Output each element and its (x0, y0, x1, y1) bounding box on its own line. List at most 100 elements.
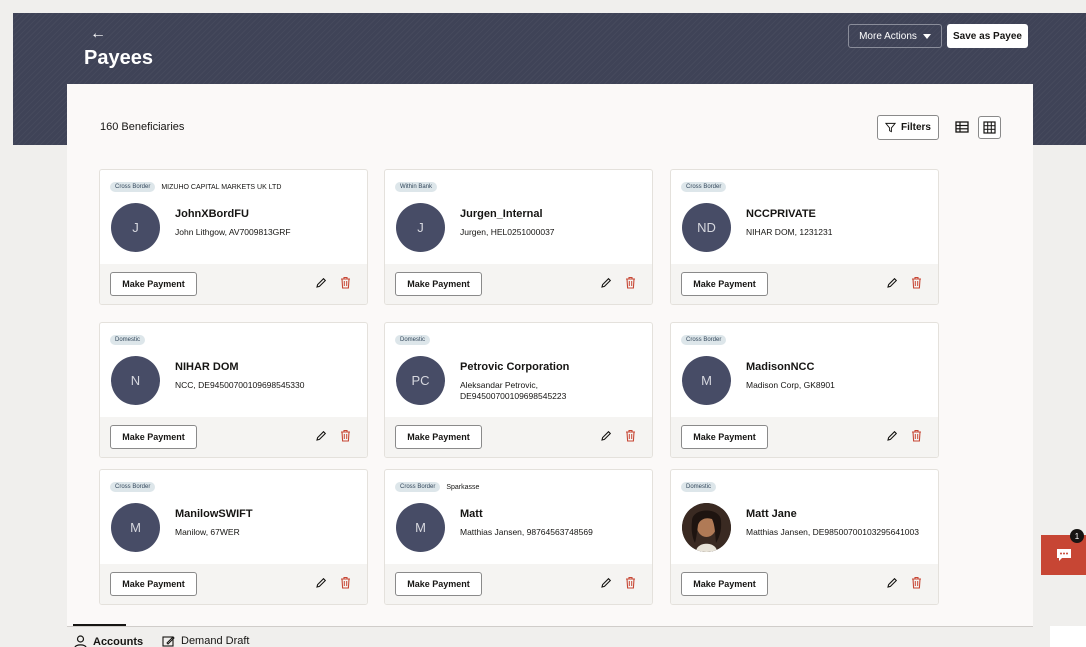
page-corner (1050, 626, 1086, 647)
make-payment-button[interactable]: Make Payment (395, 572, 482, 596)
chat-icon (1056, 549, 1071, 561)
caret-down-icon (922, 33, 931, 39)
avatar: J (396, 203, 445, 252)
delete-icon[interactable] (340, 276, 351, 289)
tab-demand-draft[interactable]: Demand Draft (162, 635, 249, 647)
tab-demand-draft-label: Demand Draft (181, 635, 250, 647)
payee-type-badge: Domestic (110, 335, 146, 345)
delete-icon[interactable] (625, 576, 636, 589)
more-actions-button[interactable]: More Actions (848, 24, 942, 48)
payee-bank-name: MIZUHO CAPITAL MARKETS UK LTD (161, 183, 282, 191)
avatar: PC (396, 356, 445, 405)
payee-tags: Cross Border (110, 482, 156, 492)
payee-name: MadisonNCC (746, 361, 815, 373)
payee-type-badge: Cross Border (681, 182, 727, 192)
card-footer: Make Payment (100, 264, 367, 304)
more-actions-label: More Actions (859, 30, 917, 42)
edit-icon[interactable] (315, 577, 327, 589)
payee-details: Manilow, 67WER (175, 527, 240, 537)
delete-icon[interactable] (911, 429, 922, 442)
delete-icon[interactable] (625, 429, 636, 442)
chat-notification-badge: 1 (1070, 529, 1084, 543)
edit-icon[interactable] (600, 277, 612, 289)
payee-card[interactable]: Within Bank J Jurgen_Internal Jurgen, HE… (384, 169, 653, 305)
make-payment-button[interactable]: Make Payment (395, 272, 482, 296)
payee-tags: Cross Border (681, 335, 727, 345)
payee-tags: Domestic (681, 482, 717, 492)
payee-type-badge: Cross Border (110, 482, 156, 492)
make-payment-button[interactable]: Make Payment (681, 272, 768, 296)
payee-name: ManilowSWIFT (175, 508, 253, 520)
card-footer: Make Payment (385, 564, 652, 604)
payee-name: Petrovic Corporation (460, 361, 570, 373)
make-payment-button[interactable]: Make Payment (110, 425, 197, 449)
edit-icon[interactable] (600, 577, 612, 589)
payee-tags: Domestic (110, 335, 146, 345)
delete-icon[interactable] (340, 429, 351, 442)
payee-name: Matt Jane (746, 508, 797, 520)
filter-icon (884, 122, 896, 133)
avatar: M (682, 356, 731, 405)
payee-details: Matthias Jansen, DE98500700103295641003 (746, 527, 919, 537)
payee-name: JohnXBordFU (175, 208, 249, 220)
avatar: J (111, 203, 160, 252)
payee-type-badge: Domestic (681, 482, 717, 492)
payee-type-badge: Domestic (395, 335, 431, 345)
card-footer: Make Payment (385, 264, 652, 304)
edit-icon[interactable] (315, 277, 327, 289)
avatar: ND (682, 203, 731, 252)
edit-icon[interactable] (886, 430, 898, 442)
avatar: M (111, 503, 160, 552)
payee-tags: Cross Border (681, 182, 727, 192)
edit-icon[interactable] (886, 577, 898, 589)
delete-icon[interactable] (625, 276, 636, 289)
make-payment-button[interactable]: Make Payment (681, 425, 768, 449)
payee-card[interactable]: Cross Border ND NCCPRIVATE NIHAR DOM, 12… (670, 169, 939, 305)
payee-tags: Cross Border MIZUHO CAPITAL MARKETS UK L… (110, 182, 281, 192)
payee-card[interactable]: Domestic PC Petrovic Corporation Aleksan… (384, 322, 653, 458)
payee-card[interactable]: Domestic N NIHAR DOM NCC, DE945007001096… (99, 322, 368, 458)
make-payment-button[interactable]: Make Payment (681, 572, 768, 596)
card-footer: Make Payment (385, 417, 652, 457)
filters-button[interactable]: Filters (877, 115, 939, 140)
grid-view-icon (983, 121, 996, 134)
card-view-button[interactable] (978, 116, 1001, 139)
delete-icon[interactable] (911, 576, 922, 589)
payee-bank-name: Sparkasse (446, 483, 480, 491)
avatar-photo (682, 503, 731, 552)
filters-label: Filters (900, 122, 931, 133)
payee-card[interactable]: Cross Border MIZUHO CAPITAL MARKETS UK L… (99, 169, 368, 305)
payee-details: Madison Corp, GK8901 (746, 380, 835, 390)
payee-tags: Cross Border Sparkasse (395, 482, 479, 492)
table-view-icon[interactable] (955, 120, 969, 134)
payee-tags: Domestic (395, 335, 431, 345)
payee-details: Jurgen, HEL0251000037 (460, 227, 555, 237)
payee-type-badge: Cross Border (395, 482, 441, 492)
edit-icon[interactable] (600, 430, 612, 442)
payee-details: NCC, DE94500700109698545330 (175, 380, 305, 390)
payee-type-badge: Cross Border (681, 335, 727, 345)
payee-name: Jurgen_Internal (460, 208, 543, 220)
payee-card[interactable]: Cross Border Sparkasse M Matt Matthias J… (384, 469, 653, 605)
edit-icon[interactable] (315, 430, 327, 442)
payee-card[interactable]: Cross Border M MadisonNCC Madison Corp, … (670, 322, 939, 458)
payee-name: NIHAR DOM (175, 361, 239, 373)
delete-icon[interactable] (340, 576, 351, 589)
save-as-payee-button[interactable]: Save as Payee (947, 24, 1028, 48)
avatar: N (111, 356, 160, 405)
payee-card[interactable]: Cross Border M ManilowSWIFT Manilow, 67W… (99, 469, 368, 605)
payee-type-badge: Cross Border (110, 182, 156, 192)
payee-details: Matthias Jansen, 98764563748569 (460, 527, 593, 537)
payee-details: John Lithgow, AV7009813GRF (175, 227, 291, 237)
make-payment-button[interactable]: Make Payment (110, 272, 197, 296)
edit-icon[interactable] (886, 277, 898, 289)
payee-card[interactable]: Domestic Matt Jane Matthias Jansen, DE98… (670, 469, 939, 605)
tab-accounts[interactable]: Accounts (74, 635, 143, 647)
back-arrow-icon[interactable]: ← (90, 25, 106, 43)
make-payment-button[interactable]: Make Payment (110, 572, 197, 596)
page-title: Payees (84, 47, 153, 69)
make-payment-button[interactable]: Make Payment (395, 425, 482, 449)
delete-icon[interactable] (911, 276, 922, 289)
draft-icon (162, 636, 175, 647)
payee-name: NCCPRIVATE (746, 208, 816, 220)
